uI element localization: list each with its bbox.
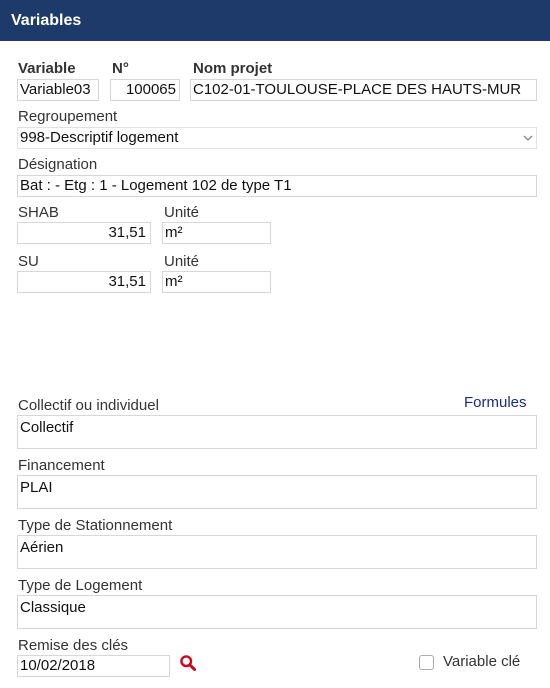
financement-field[interactable]: PLAI [17, 475, 537, 509]
shab-field[interactable]: 31,51 [17, 222, 151, 244]
regroupement-value: 998-Descriptif logement [20, 129, 179, 146]
nom-projet-field[interactable]: C102-01-TOULOUSE-PLACE DES HAUTS-MUR [190, 79, 537, 101]
logement-field[interactable]: Classique [17, 595, 537, 629]
stationnement-label: Type de Stationnement [18, 517, 173, 534]
chevron-down-icon[interactable] [521, 131, 535, 145]
designation-label: Désignation [18, 156, 98, 173]
window-title: Variables [0, 0, 550, 41]
variable-cle-checkbox[interactable] [419, 655, 434, 670]
stationnement-field[interactable]: Aérien [17, 535, 537, 569]
logement-label: Type de Logement [18, 577, 143, 594]
remise-label: Remise des clés [18, 637, 129, 654]
shab-unit-label: Unité [164, 204, 200, 221]
numero-field[interactable]: 100065 [110, 79, 180, 101]
su-unit-label: Unité [164, 253, 200, 270]
nom-projet-label: Nom projet [193, 60, 273, 77]
formules-link[interactable]: Formules [464, 394, 527, 411]
variable-cle-label: Variable clé [443, 653, 521, 670]
variable-label: Variable [18, 60, 76, 77]
shab-label: SHAB [18, 204, 59, 221]
remise-date-field[interactable]: 10/02/2018 [17, 655, 170, 677]
su-label: SU [18, 253, 39, 270]
su-unit-field[interactable]: m² [162, 271, 271, 293]
designation-field[interactable]: Bat : - Etg : 1 - Logement 102 de type T… [17, 175, 537, 197]
numero-label: N° [112, 60, 129, 77]
shab-unit-field[interactable]: m² [162, 222, 271, 244]
variable-field[interactable]: Variable03 [17, 79, 99, 101]
regroupement-select[interactable]: 998-Descriptif logement [17, 127, 537, 149]
su-field[interactable]: 31,51 [17, 271, 151, 293]
collectif-label: Collectif ou individuel [18, 397, 159, 414]
search-icon[interactable] [179, 654, 197, 672]
collectif-field[interactable]: Collectif [17, 415, 537, 449]
financement-label: Financement [18, 457, 105, 474]
regroupement-label: Regroupement [18, 108, 118, 125]
